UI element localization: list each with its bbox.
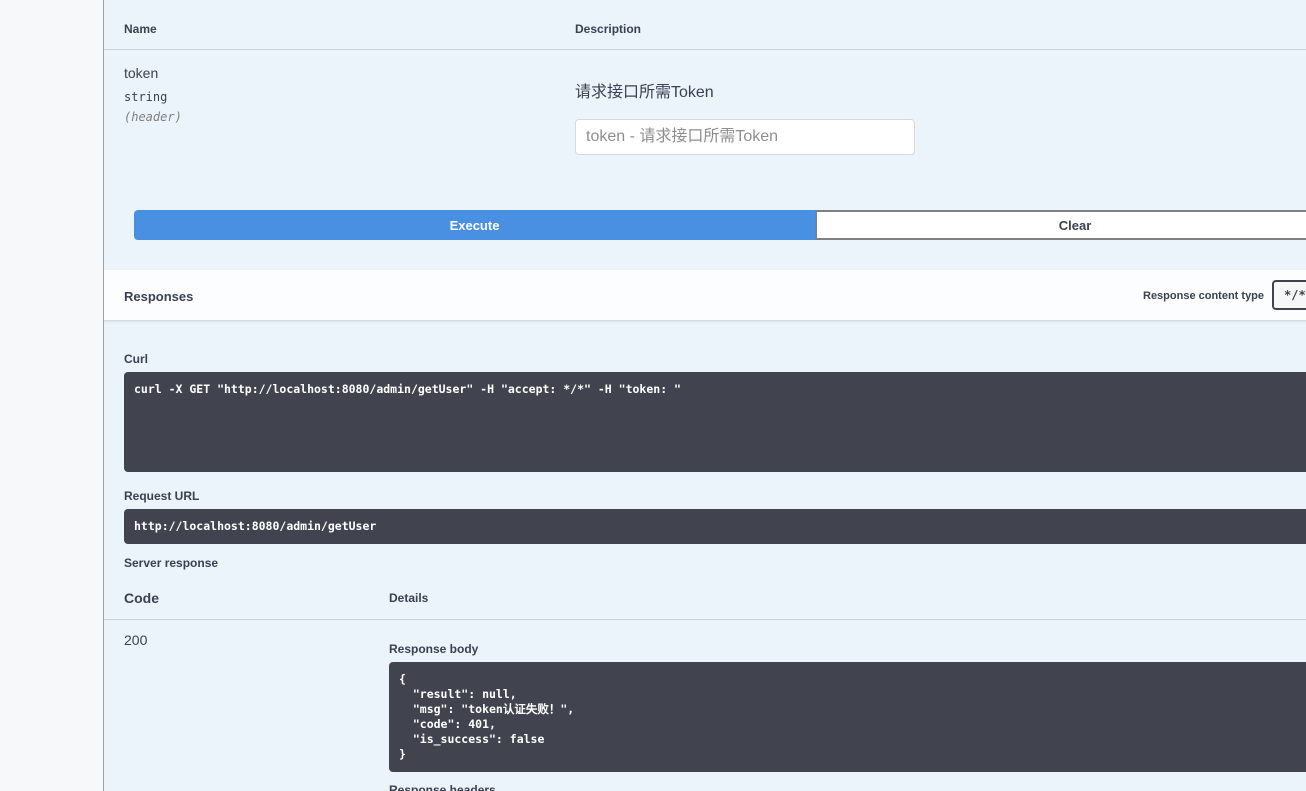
- request-url-label: Request URL: [124, 489, 200, 503]
- response-content-type-select[interactable]: */*: [1272, 280, 1306, 310]
- server-response-label: Server response: [124, 556, 219, 570]
- execute-button-label: Execute: [449, 217, 500, 233]
- server-response-divider: [104, 619, 1306, 620]
- response-content-type-label: Response content type: [1143, 290, 1265, 302]
- param-location: (header): [124, 110, 182, 124]
- token-input[interactable]: [575, 119, 915, 155]
- response-body-label: Response body: [389, 642, 479, 656]
- param-header-divider: [104, 49, 1306, 50]
- response-headers-label: Response headers: [389, 783, 496, 791]
- execute-button[interactable]: Execute: [134, 210, 815, 240]
- responses-title: Responses: [124, 289, 194, 304]
- curl-label: Curl: [124, 352, 148, 366]
- response-body-block[interactable]: { "result": null, "msg": "token认证失败！", "…: [389, 662, 1306, 772]
- responses-header-bar: Responses Response content type */*: [104, 270, 1306, 321]
- request-url-block[interactable]: http://localhost:8080/admin/getUser: [124, 509, 1306, 544]
- param-description: 请求接口所需Token: [575, 84, 714, 101]
- response-code-value: 200: [124, 632, 148, 648]
- curl-command-block[interactable]: curl -X GET "http://localhost:8080/admin…: [124, 372, 1306, 472]
- response-details-header: Details: [389, 591, 429, 605]
- param-description-header: Description: [575, 22, 642, 36]
- response-content-type-value: */*: [1284, 288, 1306, 302]
- clear-button[interactable]: Clear: [815, 210, 1306, 240]
- operation-panel: Name Description token string (header) 请…: [103, 0, 1306, 791]
- param-name: token: [124, 65, 159, 81]
- param-name-header: Name: [124, 22, 157, 36]
- param-type: string: [124, 90, 168, 104]
- clear-button-label: Clear: [1058, 217, 1092, 233]
- response-code-header: Code: [124, 590, 159, 606]
